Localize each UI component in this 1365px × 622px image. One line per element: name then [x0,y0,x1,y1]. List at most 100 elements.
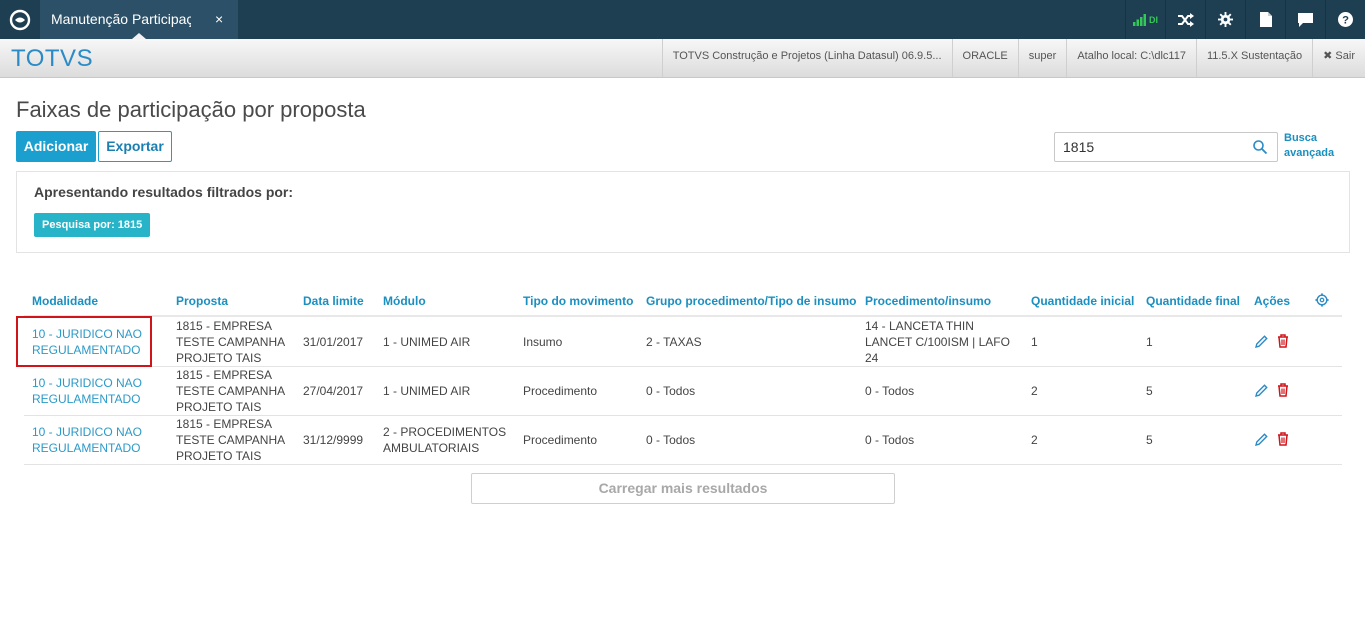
search-input[interactable] [1063,139,1243,155]
svg-text:?: ? [1342,15,1349,27]
cell-qtd-inicial: 2 [1031,384,1038,398]
delete-trash-icon[interactable] [1277,334,1289,353]
col-qtd-final[interactable]: Quantidade final [1146,294,1240,308]
delete-trash-icon[interactable] [1277,383,1289,402]
cell-text: REGULAMENTADO [32,441,141,455]
header-info: TOTVS Construção e Projetos (Linha Datas… [661,39,1365,77]
load-more-button[interactable]: Carregar mais resultados [471,473,895,504]
cell-modulo: 2 - PROCEDIMENTOS AMBULATORIAIS [383,424,506,456]
filter-panel: Apresentando resultados filtrados por: P… [16,171,1350,253]
shuffle-icon[interactable] [1165,0,1205,39]
col-modalidade[interactable]: Modalidade [32,294,98,308]
cell-text: 2 - PROCEDIMENTOS [383,425,507,439]
cell-procedimento: 0 - Todos [865,384,915,398]
advanced-search-link[interactable]: Busca avançada [1284,131,1334,161]
cell-text: REGULAMENTADO [32,392,141,406]
header-bar: TOTVS TOTVS Construção e Projetos (Linha… [0,39,1365,78]
cell-text: PROJETO TAIS [176,351,262,365]
logout-button[interactable]: ✖ Sair [1312,39,1365,77]
cell-text: 1815 - EMPRESA [176,319,273,333]
cell-qtd-inicial: 1 [1031,335,1038,349]
connection-signal-icon[interactable]: DI [1125,0,1165,39]
highlight-annotation-box [16,316,152,367]
search-icon[interactable] [1253,140,1268,159]
help-icon[interactable]: ? [1325,0,1365,39]
chat-icon[interactable] [1285,0,1325,39]
cell-data-limite: 31/01/2017 [303,335,364,349]
col-modulo[interactable]: Módulo [383,294,426,308]
cell-modulo: 1 - UNIMED AIR [383,384,471,398]
cell-text: TESTE CAMPANHA [176,384,286,398]
header-info-product: TOTVS Construção e Projetos (Linha Datas… [661,39,952,77]
header-info-database: ORACLE [951,39,1018,77]
cell-text: PROJETO TAIS [176,449,262,463]
tab-label: Manutenção Participaçã [51,11,191,27]
cell-text: 10 - JURIDICO NAO [32,425,143,439]
delete-trash-icon[interactable] [1277,432,1289,451]
page-title: Faixas de participação por proposta [16,97,366,122]
col-acoes: Ações [1254,294,1291,308]
cell-qtd-final: 5 [1146,384,1153,398]
advanced-search-label-1: Busca [1284,132,1318,144]
cell-text: TESTE CAMPANHA [176,433,286,447]
cell-qtd-inicial: 2 [1031,433,1038,447]
cell-modalidade[interactable]: 10 - JURIDICO NAO REGULAMENTADO [32,375,142,407]
cell-text: TESTE CAMPANHA [176,335,286,349]
cell-text: 24 [865,351,879,365]
cell-tipo-movimento: Insumo [523,335,563,349]
col-grupo[interactable]: Grupo procedimento/Tipo de insumo [646,294,856,308]
edit-pencil-icon[interactable] [1255,433,1268,451]
cell-qtd-final: 1 [1146,335,1153,349]
document-icon[interactable] [1245,0,1285,39]
cell-proposta: 1815 - EMPRESA TESTE CAMPANHA PROJETO TA… [176,416,285,464]
edit-pencil-icon[interactable] [1255,384,1268,402]
cell-text: PROJETO TAIS [176,400,262,414]
cell-text: 1815 - EMPRESA [176,368,273,382]
table-header: Modalidade Proposta Data limite Módulo T… [24,285,1342,317]
advanced-search-label-2: avançada [1284,147,1335,159]
tab-close-icon[interactable]: × [215,0,223,39]
top-icons: DI ? [1125,0,1365,39]
col-proposta[interactable]: Proposta [176,294,228,308]
cell-procedimento: 14 - LANCETA THIN LANCET C/100ISM | LAFO… [865,318,1010,366]
col-qtd-inicial[interactable]: Quantidade inicial [1031,294,1134,308]
header-info-shortcut: Atalho local: C:\dlc117 [1066,39,1196,77]
cell-tipo-movimento: Procedimento [523,384,598,398]
col-data-limite[interactable]: Data limite [303,294,364,308]
col-tipo-movimento[interactable]: Tipo do movimento [523,294,633,308]
add-button[interactable]: Adicionar [16,131,96,162]
cell-text: LANCET C/100ISM | LAFO [865,335,1010,349]
cell-data-limite: 27/04/2017 [303,384,364,398]
cell-text: AMBULATORIAIS [383,441,480,455]
cell-tipo-movimento: Procedimento [523,433,598,447]
column-settings-icon[interactable] [1315,293,1329,310]
cell-data-limite: 31/12/9999 [303,433,364,447]
filter-tag[interactable]: Pesquisa por: 1815 [34,213,151,237]
header-info-user: super [1017,39,1067,77]
header-info-version: 11.5.X Sustentação [1195,39,1312,77]
cell-grupo: 2 - TAXAS [646,335,702,349]
signal-label: DI [1149,14,1158,25]
gear-icon[interactable] [1205,0,1245,39]
cell-grupo: 0 - Todos [646,433,696,447]
search-box[interactable] [1054,132,1278,162]
cell-text: 14 - LANCETA THIN [865,319,974,333]
cell-procedimento: 0 - Todos [865,433,915,447]
cell-proposta: 1815 - EMPRESA TESTE CAMPANHA PROJETO TA… [176,318,285,366]
table-row[interactable]: 10 - JURIDICO NAO REGULAMENTADO 1815 - E… [24,367,1342,416]
cell-text: 10 - JURIDICO NAO [32,376,143,390]
cell-grupo: 0 - Todos [646,384,696,398]
edit-pencil-icon[interactable] [1255,335,1268,353]
col-procedimento[interactable]: Procedimento/insumo [865,294,991,308]
export-button[interactable]: Exportar [98,131,172,162]
top-bar: Manutenção Participaçã × DI ? [0,0,1365,39]
table-row[interactable]: 10 - JURIDICO NAO REGULAMENTADO 1815 - E… [24,416,1342,465]
cell-text: 1815 - EMPRESA [176,417,273,431]
cell-qtd-final: 5 [1146,433,1153,447]
cell-modalidade[interactable]: 10 - JURIDICO NAO REGULAMENTADO [32,424,142,456]
cell-modulo: 1 - UNIMED AIR [383,335,471,349]
cell-proposta: 1815 - EMPRESA TESTE CAMPANHA PROJETO TA… [176,367,285,415]
totvs-logo-icon[interactable] [0,0,39,39]
brand-logo: TOTVS [11,45,94,72]
table-row[interactable]: 10 - JURIDICO NAO REGULAMENTADO 1815 - E… [24,318,1342,367]
